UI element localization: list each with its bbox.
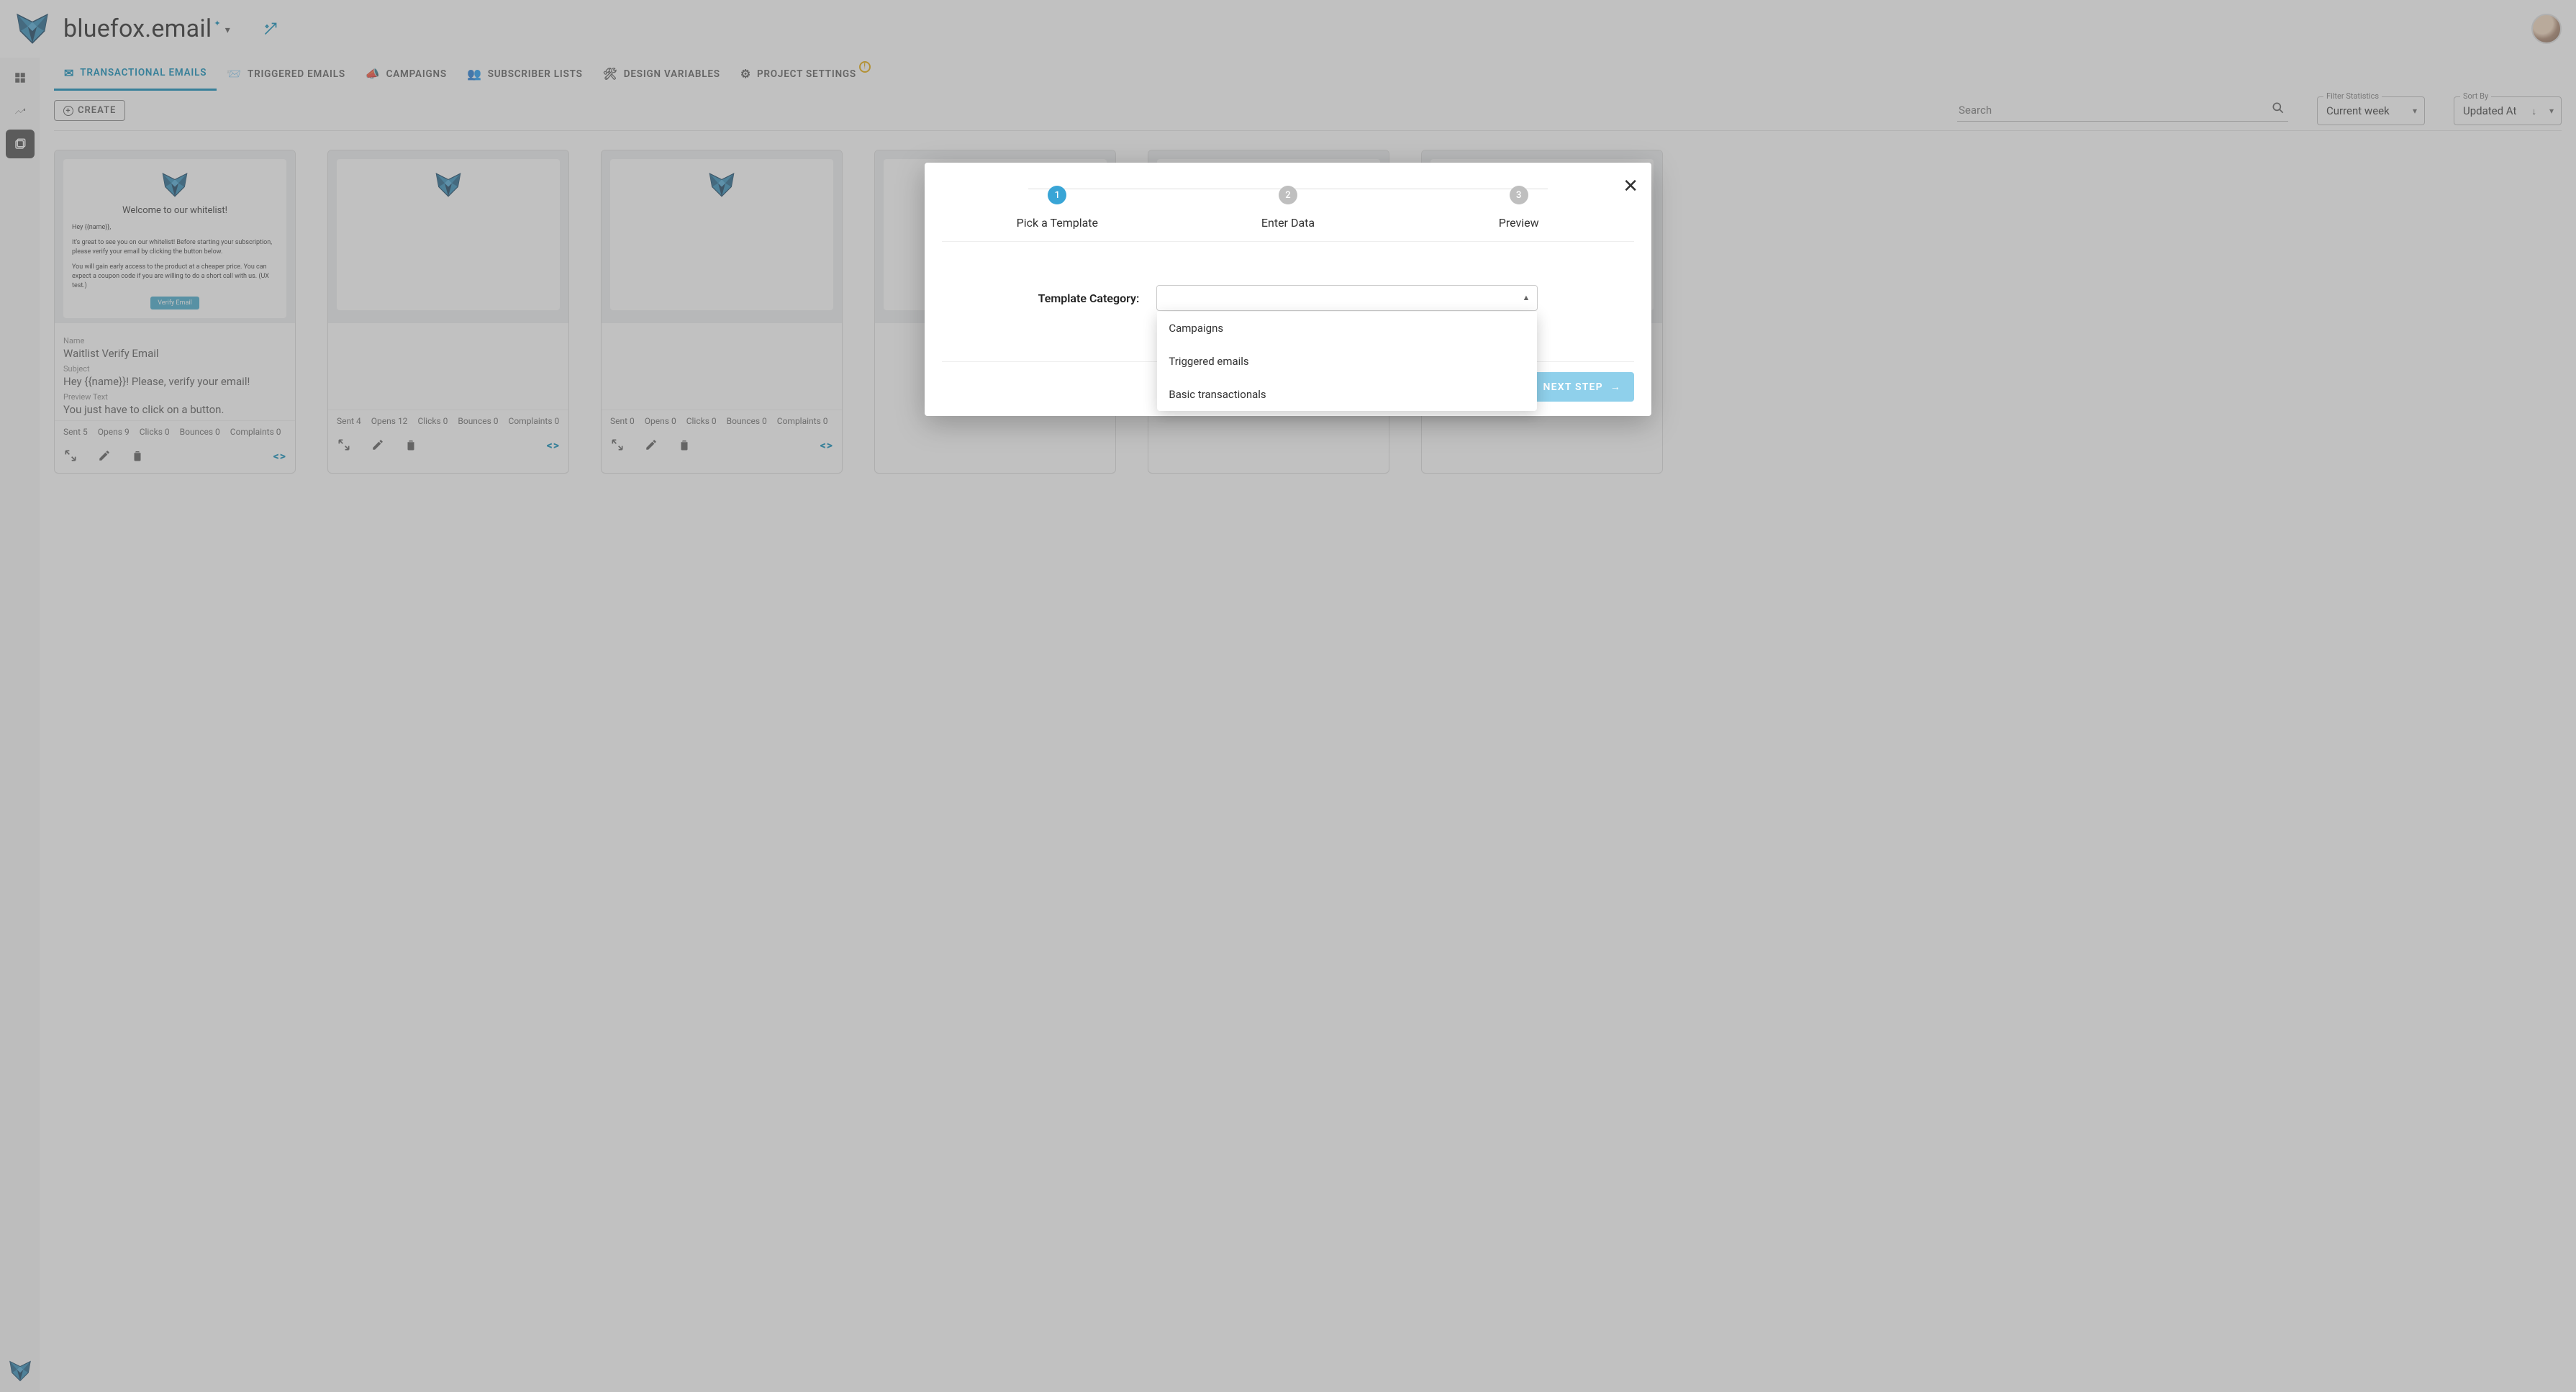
template-category-dropdown: Campaigns Triggered emails Basic transac… xyxy=(1157,312,1537,411)
arrow-right-icon: → xyxy=(1610,381,1621,393)
triangle-up-icon: ▲ xyxy=(1522,293,1530,302)
step-3[interactable]: 3Preview xyxy=(1403,186,1634,230)
next-step-button[interactable]: NEXT STEP→ xyxy=(1530,372,1634,402)
stepper: 1Pick a Template 2Enter Data 3Preview xyxy=(942,180,1634,242)
dropdown-option[interactable]: Triggered emails xyxy=(1157,345,1537,378)
dropdown-option[interactable]: Campaigns xyxy=(1157,312,1537,345)
step-1[interactable]: 1Pick a Template xyxy=(942,186,1173,230)
create-template-modal: ✕ 1Pick a Template 2Enter Data 3Preview … xyxy=(925,163,1651,416)
step-2[interactable]: 2Enter Data xyxy=(1173,186,1404,230)
dropdown-option[interactable]: Basic transactionals xyxy=(1157,378,1537,411)
template-category-label: Template Category: xyxy=(1038,291,1140,305)
template-category-select[interactable]: ▲ Campaigns Triggered emails Basic trans… xyxy=(1156,285,1538,311)
